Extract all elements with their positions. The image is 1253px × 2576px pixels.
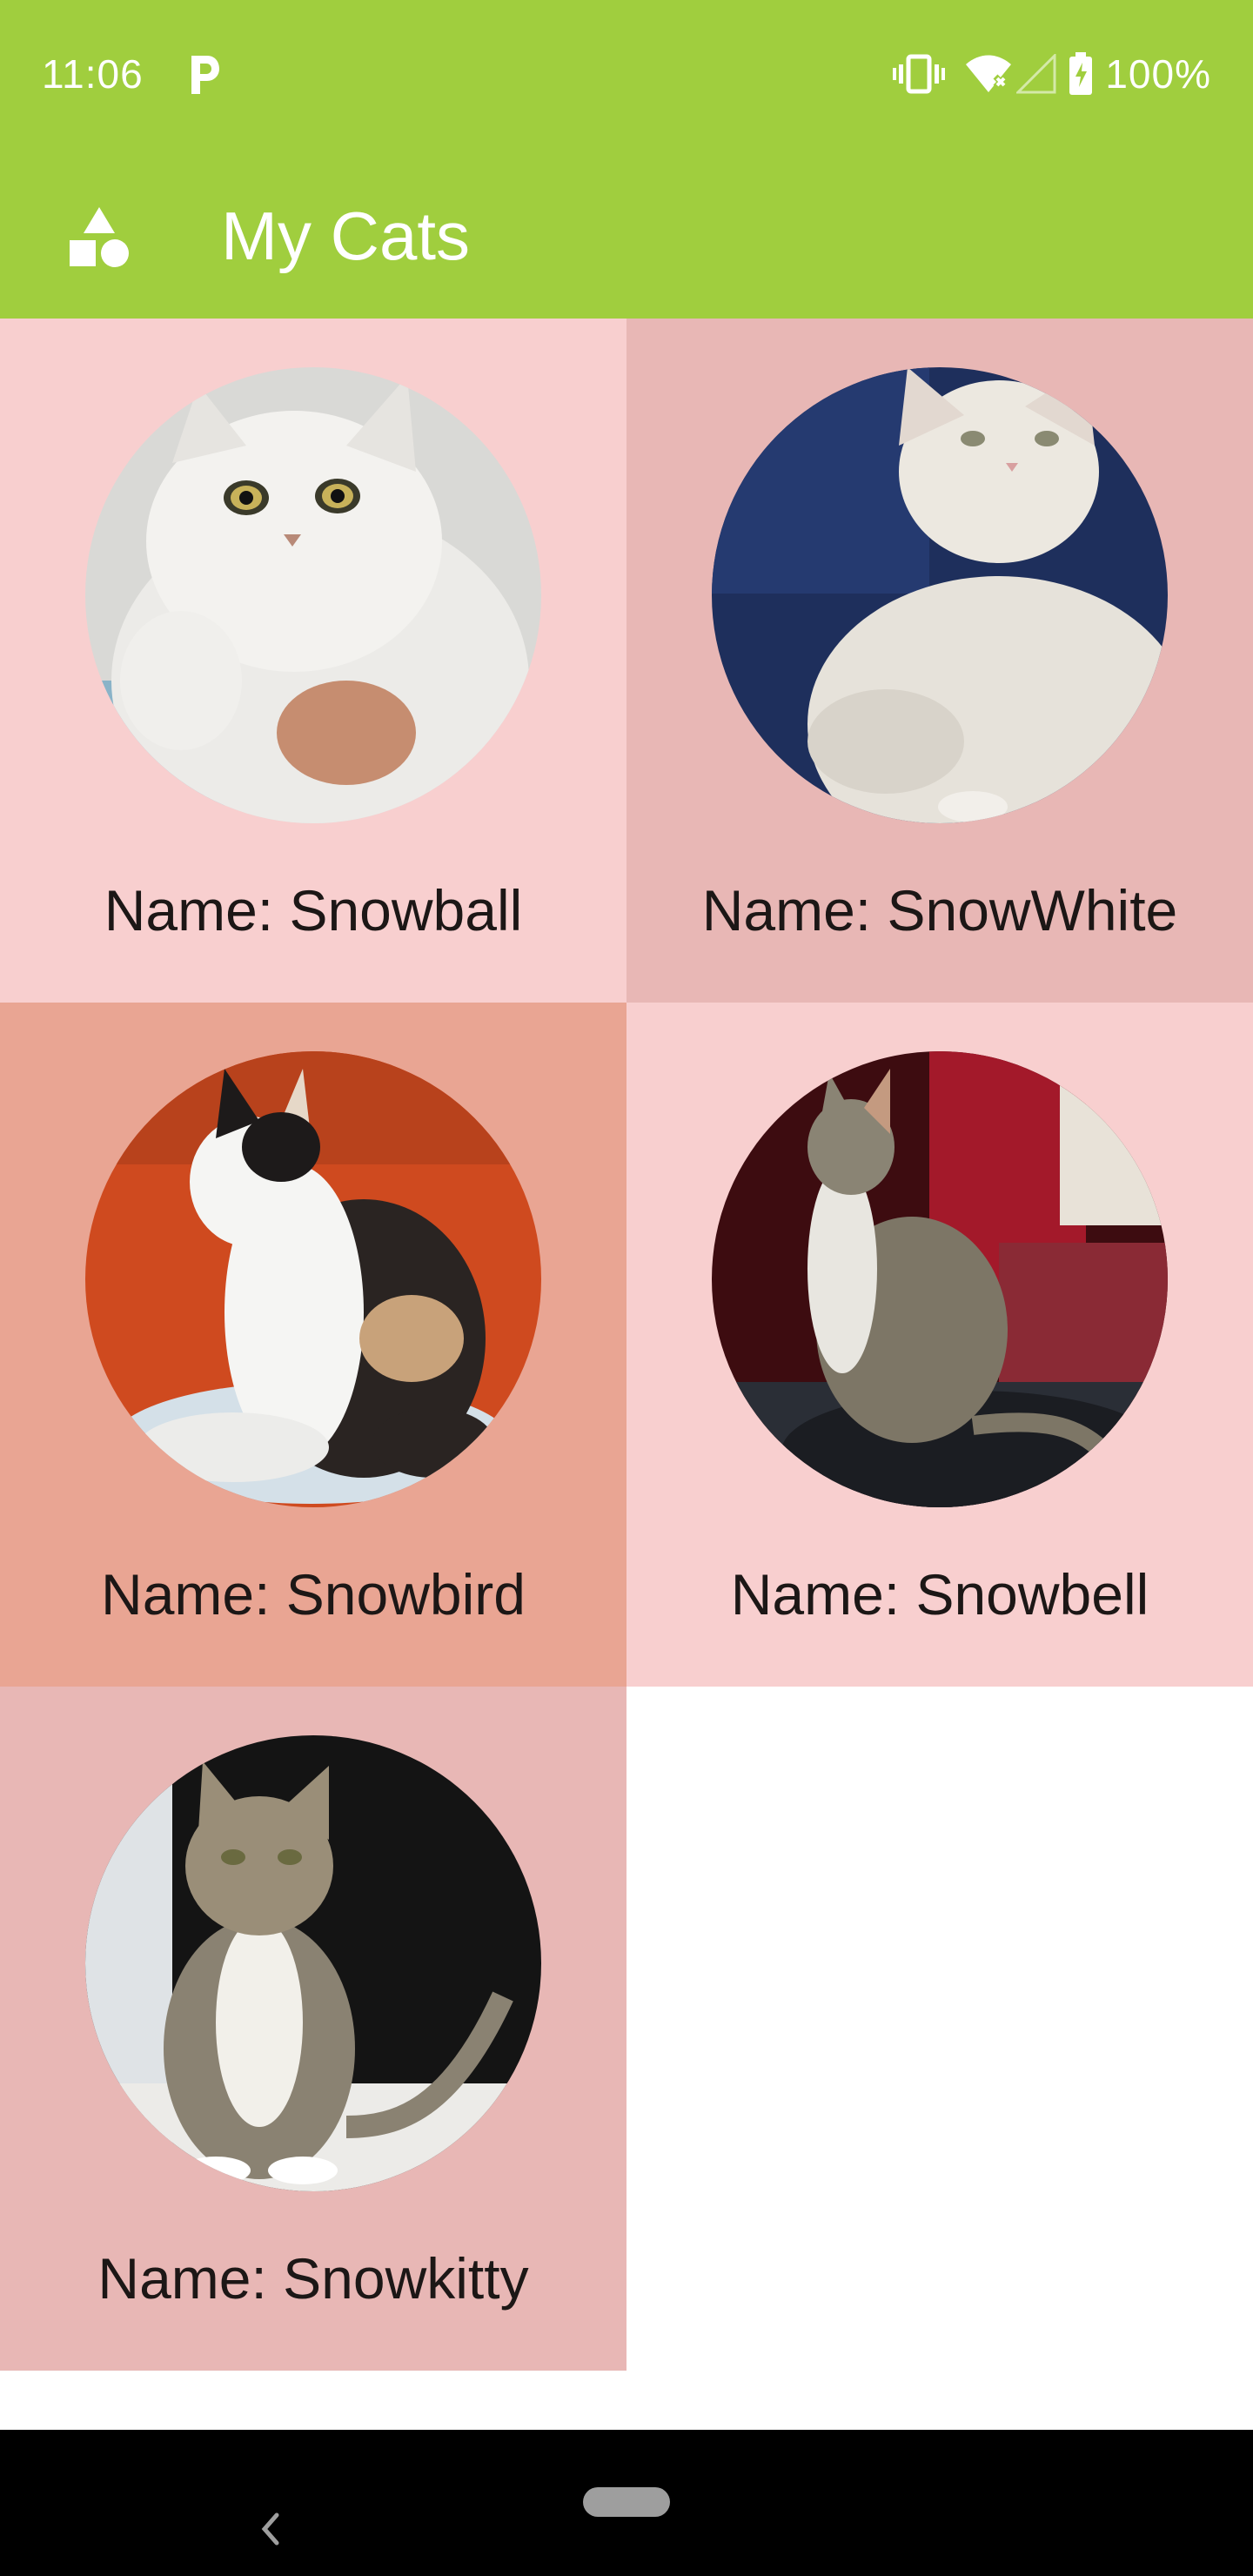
cat-photo bbox=[712, 1051, 1168, 1507]
battery-percent: 100% bbox=[1105, 51, 1211, 97]
cat-image bbox=[85, 367, 541, 823]
cat-photo bbox=[712, 367, 1168, 823]
cat-name: Name: Snowkitty bbox=[97, 2246, 529, 2311]
app-title: My Cats bbox=[221, 198, 471, 274]
cat-image bbox=[712, 367, 1168, 823]
cat-image bbox=[85, 1735, 541, 2191]
status-time: 11:06 bbox=[42, 51, 144, 97]
cat-name: Name: Snowbird bbox=[101, 1562, 526, 1627]
vibrate-icon bbox=[893, 54, 946, 94]
back-chevron-icon[interactable] bbox=[251, 2508, 292, 2550]
battery-charging-icon bbox=[1069, 52, 1093, 95]
parking-icon bbox=[191, 56, 219, 94]
cat-card-snowball[interactable]: Name: Snowball bbox=[0, 319, 626, 1003]
cat-card-snowwhite[interactable]: Name: SnowWhite bbox=[626, 319, 1253, 1003]
cat-card-snowbird[interactable]: Name: Snowbird bbox=[0, 1003, 626, 1687]
cat-name: Name: Snowbell bbox=[730, 1562, 1149, 1627]
wifi-off-icon bbox=[966, 55, 1012, 92]
cat-image bbox=[712, 1051, 1168, 1507]
home-pill-icon[interactable] bbox=[583, 2487, 670, 2517]
cat-name: Name: Snowball bbox=[104, 878, 523, 943]
shapes-icon bbox=[70, 207, 129, 267]
cat-photo bbox=[85, 367, 541, 823]
cat-card-snowbell[interactable]: Name: Snowbell bbox=[626, 1003, 1253, 1687]
cat-image bbox=[85, 1051, 541, 1507]
cell-signal-icon bbox=[1016, 54, 1056, 94]
cat-photo bbox=[85, 1735, 541, 2191]
status-bar: 11:06 100% bbox=[0, 0, 1253, 148]
status-icons: 100% bbox=[893, 45, 1211, 103]
cat-photo bbox=[85, 1051, 541, 1507]
app-bar: My Cats bbox=[0, 148, 1253, 319]
cat-card-snowkitty[interactable]: Name: Snowkitty bbox=[0, 1687, 626, 2371]
cat-name: Name: SnowWhite bbox=[701, 878, 1178, 943]
